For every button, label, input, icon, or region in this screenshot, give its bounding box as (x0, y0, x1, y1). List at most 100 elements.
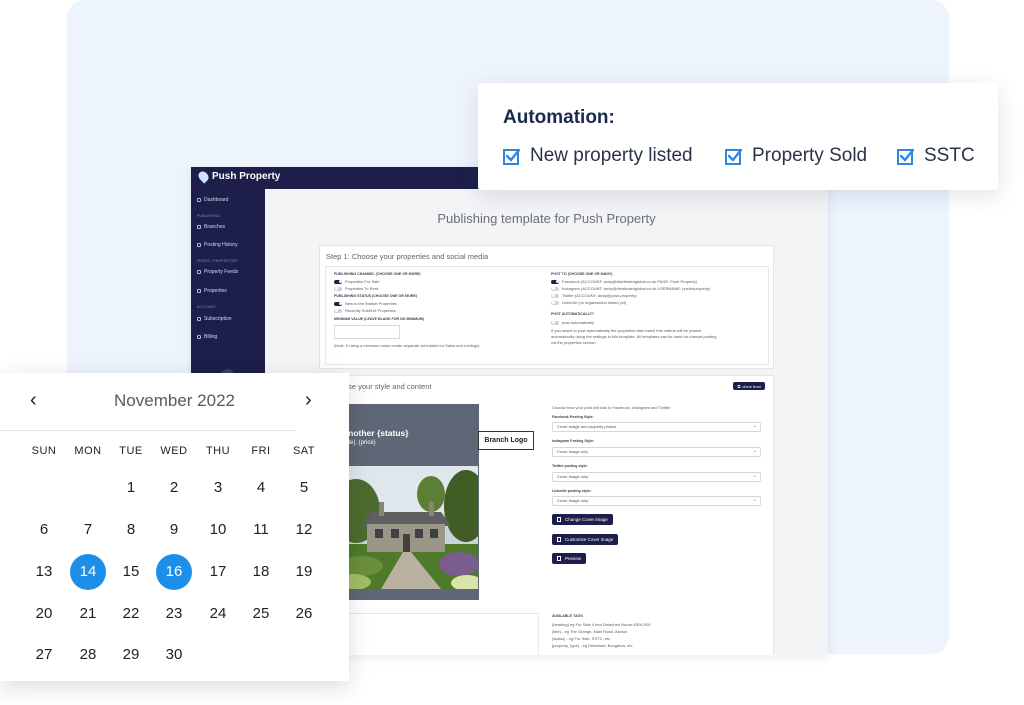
calendar-day[interactable]: 2 (156, 470, 192, 506)
tag-property-type: {property_type} - eg Detached, Bungalow,… (552, 643, 633, 648)
calendar-day[interactable]: 1 (113, 470, 149, 506)
location-pin-icon (196, 169, 211, 184)
auto-note-line1: If you select to post automatically the … (551, 328, 702, 333)
twitter-style-select[interactable]: Cover image only (552, 472, 761, 482)
calendar-day-selected[interactable]: 16 (156, 554, 192, 590)
calendar-day[interactable]: 23 (156, 596, 192, 632)
sidebar-item-dashboard[interactable]: Dashboard (197, 197, 228, 203)
sidebar-item-posting-history[interactable]: Posting History (197, 242, 238, 248)
calendar-day[interactable]: 12 (286, 512, 322, 548)
calendar-header: November 2022 ‹ › (0, 389, 349, 413)
chevron-right-icon[interactable]: › (305, 389, 312, 412)
calendar-day[interactable]: 22 (113, 596, 149, 632)
instagram-style-label: Instagram Posting Style: (552, 439, 595, 443)
facebook-style-label: Facebook Posting Style: (552, 415, 594, 419)
calendar-day[interactable]: 29 (113, 637, 149, 673)
calendar-day[interactable]: 20 (26, 596, 62, 632)
calendar-month-label: November 2022 (114, 391, 235, 410)
tags-heading: AVAILABLE TAGS (552, 614, 583, 618)
stage: Push Property Dashboard PUBLISHING Branc… (0, 0, 1024, 705)
sidebar-item-property-feeds[interactable]: Property Feeds (197, 269, 238, 275)
edit-icon (557, 537, 561, 542)
automation-title: Automation: (503, 107, 615, 128)
automation-property-sold[interactable]: Property Sold (725, 145, 867, 167)
calendar-day[interactable]: 19 (286, 554, 322, 590)
calendar-day[interactable]: 15 (113, 554, 149, 590)
calendar-day[interactable]: 11 (243, 512, 279, 548)
status-new-toggle[interactable]: New to the Market Properties (334, 301, 397, 306)
automation-item-label: Property Sold (752, 145, 868, 166)
sidebar-item-label: Subscription (204, 316, 232, 322)
calendar-day[interactable]: 4 (243, 470, 279, 506)
automation-sstc[interactable]: SSTC (897, 145, 975, 167)
sidebar-item-label: Billing (204, 334, 218, 340)
calendar-day[interactable]: 18 (243, 554, 279, 590)
calendar-day[interactable]: 3 (200, 470, 236, 506)
billing-icon (197, 335, 201, 339)
brand[interactable]: Push Property (196, 169, 280, 184)
instagram-style-select[interactable]: Cover image only (552, 447, 761, 457)
linkedin-style-label: LinkedIn posting style: (552, 489, 592, 493)
step1-card: Step 1: Choose your properties and socia… (319, 245, 774, 369)
calendar-day[interactable]: 10 (200, 512, 236, 548)
style-intro: Choose how your post will look in Facebo… (552, 405, 671, 410)
branch-logo-placeholder[interactable]: Branch Logo (478, 431, 534, 450)
sidebar-item-label: Branches (204, 224, 226, 230)
calendar-day[interactable]: 25 (243, 596, 279, 632)
calendar-day[interactable]: 7 (70, 512, 106, 548)
toggle-label: post automatically (562, 320, 595, 325)
calendar-day[interactable]: 6 (26, 512, 62, 548)
automation-new-property[interactable]: New property listed (503, 145, 693, 167)
sidebar-item-properties[interactable]: Properties (197, 288, 227, 294)
button-label: Preview (565, 556, 582, 561)
property-photo (341, 466, 478, 589)
tag-heading: {heading} eg For Sale 4 bed Detached Hou… (552, 622, 651, 627)
calendar-day[interactable]: 24 (200, 596, 236, 632)
calendar-day[interactable]: 9 (156, 512, 192, 548)
sidebar-item-subscription[interactable]: Subscription (197, 316, 232, 322)
toggle-off-icon (551, 300, 559, 305)
toggle-on-icon (334, 301, 342, 306)
button-label: Change Cover Image (565, 517, 608, 522)
post-automatically-toggle[interactable]: post automatically (551, 320, 594, 325)
chevron-left-icon[interactable]: ‹ (30, 389, 37, 412)
calendar-day[interactable]: 21 (70, 596, 106, 632)
weekday-label: MON (74, 445, 102, 457)
calendar-day[interactable]: 8 (113, 512, 149, 548)
preview-button[interactable]: Preview (552, 553, 587, 564)
checkbox-checked-icon (503, 148, 520, 165)
linkedin-toggle[interactable]: LinkedIn (no organisation linked yet) (551, 300, 626, 305)
status-sold-toggle[interactable]: Recently Sold/Let Properties (334, 308, 396, 313)
sidebar-item-billing[interactable]: Billing (197, 334, 217, 340)
subscription-icon (197, 317, 201, 321)
template-textarea[interactable]: ng} (340, 613, 539, 655)
calendar-day[interactable]: 13 (26, 554, 62, 590)
min-value-input[interactable] (334, 325, 400, 339)
channel-sale-toggle[interactable]: Properties For Sale (334, 279, 379, 284)
linkedin-style-select[interactable]: Cover image only (552, 496, 761, 506)
dashboard-icon (197, 198, 201, 202)
toggle-off-icon (551, 320, 559, 325)
clone-from-button[interactable]: ⧉ clone from (733, 382, 765, 390)
step2-card: : Choose your style and content ⧉ clone f… (319, 375, 774, 655)
weekday-label: SAT (292, 445, 316, 457)
instagram-toggle[interactable]: Instagram (ACCOUNT: andy@distributedglob… (551, 286, 710, 291)
sidebar-item-branches[interactable]: Branches (197, 224, 225, 230)
calendar-day[interactable]: 26 (286, 596, 322, 632)
channel-rent-toggle[interactable]: Properties To Rent (334, 286, 378, 291)
feed-icon (197, 270, 201, 274)
calendar-day-selected[interactable]: 14 (70, 554, 106, 590)
twitter-toggle[interactable]: Twitter (ACCOUNT: andy@push-property) (551, 293, 637, 298)
change-cover-image-button[interactable]: Change Cover Image (552, 514, 613, 525)
sidebar-section-publishing: PUBLISHING (197, 214, 221, 218)
toggle-label: New to the Market Properties (345, 301, 397, 306)
customise-cover-image-button[interactable]: Customise Cover Image (552, 534, 619, 545)
calendar-day[interactable]: 27 (26, 637, 62, 673)
automation-item-label: New property listed (530, 145, 693, 166)
facebook-style-select[interactable]: Cover image and property photos (552, 422, 761, 432)
calendar-day[interactable]: 30 (156, 637, 192, 673)
calendar-day[interactable]: 28 (70, 637, 106, 673)
calendar-day[interactable]: 5 (286, 470, 322, 506)
facebook-toggle[interactable]: Facebook (ACCOUNT: andy@distributedgloba… (551, 279, 697, 284)
calendar-day[interactable]: 17 (200, 554, 236, 590)
